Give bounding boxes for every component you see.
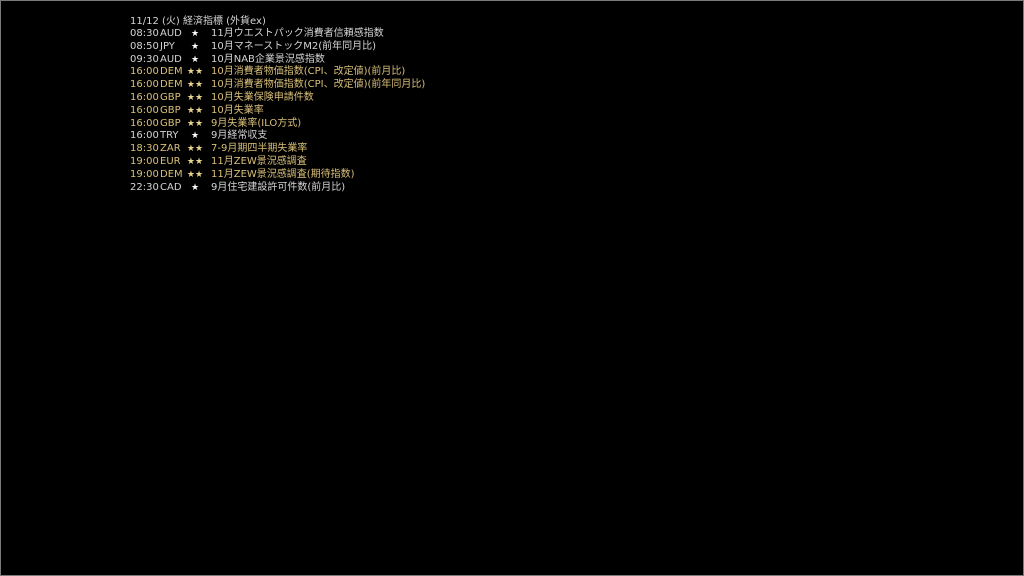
- event-currency: GBP: [160, 104, 181, 116]
- event-name: 11月ZEW景況感調査: [211, 155, 307, 167]
- event-name: 7-9月期四半期失業率: [211, 143, 308, 155]
- event-list: 08:30 AUD ★ 11月ウエストパック消費者信頼感指数 08:50 JPY ★ 10月マ…: [130, 28, 550, 194]
- importance-stars: ★★: [186, 67, 204, 78]
- event-currency: TRY: [160, 130, 179, 142]
- event-row: 16:00 DEM ★★ 10月消費者物価指数(CPI、改定値)(前月比): [130, 66, 550, 79]
- event-row: 08:30 AUD ★ 11月ウエストパック消費者信頼感指数: [130, 28, 550, 41]
- event-name: 9月住宅建設許可件数(前月比): [211, 181, 346, 193]
- event-time: 16:00: [130, 117, 159, 129]
- importance-stars: ★: [190, 29, 200, 39]
- event-row: 18:30 ZAR ★★ 7-9月期四半期失業率: [130, 143, 550, 156]
- event-time: 18:30: [130, 143, 159, 155]
- event-time: 16:00: [130, 104, 159, 116]
- event-row: 08:50 JPY ★ 10月マネーストックM2(前年同月比): [130, 41, 550, 54]
- event-time: 19:00: [130, 168, 159, 180]
- event-name: 10月マネーストックM2(前年同月比): [211, 40, 377, 52]
- importance-stars: ★★: [186, 144, 204, 155]
- event-currency: DEM: [160, 66, 183, 78]
- event-row: 19:00 EUR ★★ 11月ZEW景況感調査: [130, 156, 550, 169]
- event-time: 08:30: [130, 28, 159, 39]
- event-time: 09:30: [130, 53, 159, 65]
- importance-stars: ★: [190, 182, 200, 193]
- event-name: 10月失業保険申請件数: [211, 91, 314, 103]
- importance-stars: ★★: [186, 80, 204, 91]
- event-row: 16:00 GBP ★★ 9月失業率(ILO方式): [130, 118, 550, 131]
- event-currency: DEM: [160, 168, 183, 180]
- event-row: 19:00 DEM ★★ 11月ZEW景況感調査(期待指数): [130, 169, 550, 182]
- event-currency: GBP: [160, 91, 181, 103]
- event-name: 10月失業率: [211, 104, 264, 116]
- event-time: 22:30: [130, 181, 159, 193]
- event-currency: AUD: [160, 28, 182, 39]
- event-name: 11月ウエストパック消費者信頼感指数: [211, 28, 384, 39]
- event-row: 16:00 GBP ★★ 10月失業保険申請件数: [130, 92, 550, 105]
- event-name: 9月経常収支: [211, 130, 268, 142]
- event-currency: ZAR: [160, 143, 181, 155]
- event-time: 16:00: [130, 130, 159, 142]
- importance-stars: ★★: [186, 92, 204, 103]
- economic-calendar-panel: 11/12 (火) 経済指標 (外貨ex) 08:30 AUD ★ 11月ウエストパッ…: [130, 15, 550, 194]
- event-row: 16:00 GBP ★★ 10月失業率: [130, 105, 550, 118]
- event-row: 16:00 TRY ★ 9月経常収支: [130, 130, 550, 143]
- importance-stars: ★: [190, 131, 200, 142]
- importance-stars: ★★: [186, 156, 204, 167]
- calendar-title: 11/12 (火) 経済指標 (外貨ex): [130, 16, 266, 27]
- event-name: 10月消費者物価指数(CPI、改定値)(前月比): [211, 66, 406, 78]
- importance-stars: ★★: [186, 118, 204, 129]
- event-row: 22:30 CAD ★ 9月住宅建設許可件数(前月比): [130, 182, 550, 195]
- importance-stars: ★: [190, 54, 200, 65]
- event-currency: JPY: [160, 40, 175, 52]
- event-currency: GBP: [160, 117, 181, 129]
- event-time: 16:00: [130, 66, 159, 78]
- event-time: 16:00: [130, 91, 159, 103]
- importance-stars: ★: [190, 41, 200, 52]
- event-name: 10月NAB企業景況感指数: [211, 53, 325, 65]
- event-time: 16:00: [130, 79, 159, 91]
- event-row: 09:30 AUD ★ 10月NAB企業景況感指数: [130, 54, 550, 67]
- event-row: 16:00 DEM ★★ 10月消費者物価指数(CPI、改定値)(前年同月比): [130, 79, 550, 92]
- event-name: 9月失業率(ILO方式): [211, 117, 302, 129]
- event-name: 10月消費者物価指数(CPI、改定値)(前年同月比): [211, 79, 426, 91]
- event-time: 08:50: [130, 40, 159, 52]
- event-currency: DEM: [160, 79, 183, 91]
- event-name: 11月ZEW景況感調査(期待指数): [211, 168, 355, 180]
- importance-stars: ★★: [186, 169, 204, 180]
- screen-frame: 11/12 (火) 経済指標 (外貨ex) 08:30 AUD ★ 11月ウエストパッ…: [0, 0, 1024, 576]
- event-currency: AUD: [160, 53, 182, 65]
- importance-stars: ★★: [186, 105, 204, 116]
- event-currency: CAD: [160, 181, 182, 193]
- event-currency: EUR: [160, 155, 181, 167]
- event-time: 19:00: [130, 155, 159, 167]
